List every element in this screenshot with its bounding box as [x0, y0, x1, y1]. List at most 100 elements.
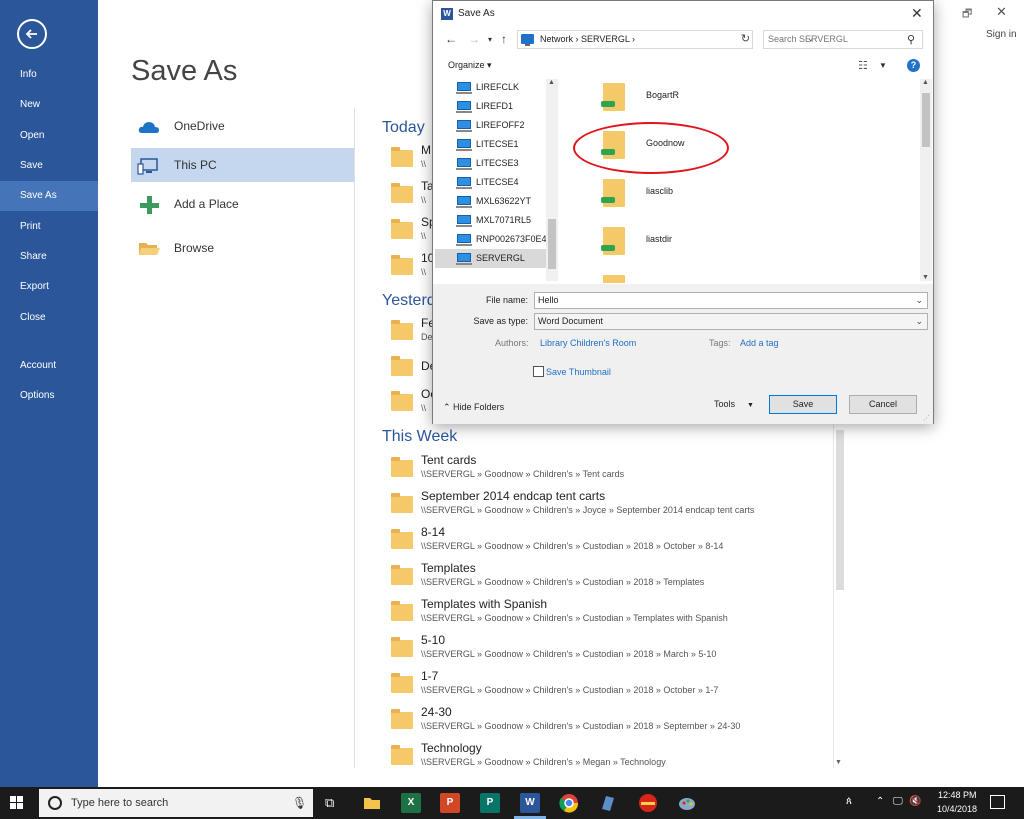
powerpoint-icon[interactable]: P	[440, 793, 460, 813]
scrollbar-thumb[interactable]	[922, 93, 930, 147]
tools-button[interactable]: Tools ▼	[714, 399, 754, 409]
windows-start-icon[interactable]	[10, 796, 24, 810]
recent-folder[interactable]: Templates with Spanish \\SERVERGL » Goodn…	[391, 595, 831, 629]
task-view-icon[interactable]: ⧉	[325, 795, 334, 811]
nav-item-computer[interactable]: MXL63622YT	[435, 192, 547, 211]
back-arrow-icon[interactable]: ←	[445, 32, 457, 46]
network-folder-item[interactable]	[603, 270, 773, 283]
nav-item-computer[interactable]: LITECSE4	[435, 173, 547, 192]
chevron-down-icon[interactable]: ▼	[879, 61, 887, 70]
sidebar-item-open[interactable]: Open	[0, 121, 98, 151]
place-add-a-place[interactable]: Add a Place	[131, 187, 354, 221]
word-icon[interactable]: W	[520, 793, 540, 813]
authors-value[interactable]: Library Children's Room	[540, 338, 636, 348]
organize-button[interactable]: Organize ▾	[448, 60, 492, 71]
sidebar-item-new[interactable]: New	[0, 90, 98, 120]
chevron-down-icon[interactable]: ⌄	[915, 316, 923, 327]
place-this-pc[interactable]: This PC	[131, 148, 354, 182]
add-tag-link[interactable]: Add a tag	[740, 338, 779, 348]
clock-date[interactable]: 10/4/2018	[937, 804, 977, 814]
nav-item-computer[interactable]: LIREFD1	[435, 97, 547, 116]
recent-folder[interactable]: Templates \\SERVERGL » Goodnow » Children…	[391, 559, 831, 593]
network-folder-item[interactable]: BogartR	[601, 78, 773, 118]
help-icon[interactable]: ?	[907, 59, 920, 72]
sidebar-item-save-as[interactable]: Save As	[0, 181, 98, 211]
nav-item-computer[interactable]: LITECSE1	[435, 135, 547, 154]
save-button[interactable]: Save	[769, 395, 837, 414]
nav-item-computer[interactable]: LIREFOFF2	[435, 116, 547, 135]
chevron-down-icon[interactable]: ⌄	[915, 295, 923, 306]
nav-item-computer[interactable]: LIREFCLK	[435, 78, 547, 97]
sidebar-item-info[interactable]: Info	[0, 60, 98, 90]
file-name-input[interactable]	[538, 295, 898, 305]
save-type-select[interactable]: Word Document ⌄	[534, 313, 928, 330]
place-onedrive[interactable]: OneDrive	[131, 109, 354, 143]
clock-time[interactable]: 12:48 PM	[938, 790, 977, 800]
recent-folder[interactable]: Tent cards \\SERVERGL » Goodnow » Childre…	[391, 451, 831, 485]
address-bar[interactable]: Network › SERVERGL › ⌄	[517, 30, 815, 49]
sidebar-item-account[interactable]: Account	[0, 351, 98, 381]
scroll-down-icon[interactable]: ▼	[835, 759, 842, 766]
recent-folder[interactable]: 1-7 \\SERVERGL » Goodnow » Children's » C…	[391, 667, 831, 701]
restore-icon[interactable]: 🗗	[962, 5, 972, 24]
dialog-close-icon[interactable]: ✕	[911, 5, 923, 22]
scrollbar-thumb[interactable]	[836, 430, 844, 590]
app-paint-icon[interactable]	[677, 793, 697, 813]
back-button[interactable]	[17, 19, 47, 49]
cancel-button[interactable]: Cancel	[849, 395, 917, 414]
scroll-down-icon[interactable]: ▼	[922, 274, 929, 281]
search-field[interactable]: ⚲	[763, 30, 923, 49]
scrollbar-thumb[interactable]	[548, 219, 556, 269]
nav-item-computer[interactable]: MXL7071RL5	[435, 211, 547, 230]
publisher-icon[interactable]: P	[480, 793, 500, 813]
up-arrow-icon[interactable]: ↑	[501, 32, 507, 46]
sign-in-link[interactable]: Sign in	[986, 29, 1017, 40]
resize-grip-icon[interactable]: ⋰	[923, 414, 930, 422]
scroll-up-icon[interactable]: ▲	[922, 79, 929, 86]
window-close-icon[interactable]: ✕	[996, 4, 1007, 20]
taskbar-search-box[interactable]: Type here to search 🎙	[39, 789, 313, 817]
recent-folder[interactable]: 24-30 \\SERVERGL » Goodnow » Children's »…	[391, 703, 831, 737]
network-folder-item[interactable]: liasclib	[601, 174, 773, 214]
file-explorer-icon[interactable]	[362, 793, 382, 813]
place-browse[interactable]: Browse	[131, 231, 354, 265]
recent-folder[interactable]: 5-10 \\SERVERGL » Goodnow » Children's » …	[391, 631, 831, 665]
file-pane-scrollbar[interactable]: ▲ ▼	[920, 79, 932, 281]
sidebar-item-print[interactable]: Print	[0, 212, 98, 242]
recent-folder[interactable]: Technology \\SERVERGL » Goodnow » Childre…	[391, 739, 831, 773]
sidebar-item-export[interactable]: Export	[0, 272, 98, 302]
network-folder-item[interactable]: liastdir	[601, 222, 773, 262]
save-thumbnail-checkbox[interactable]	[533, 366, 544, 377]
network-icon[interactable]: 🖵	[893, 796, 903, 807]
nav-pane-scrollbar[interactable]: ▲	[546, 79, 558, 281]
recent-folder[interactable]: September 2014 endcap tent carts \\SERVER…	[391, 487, 831, 521]
chrome-icon[interactable]	[559, 793, 579, 813]
file-name-field[interactable]: ⌄	[534, 292, 928, 309]
app-icon[interactable]	[598, 793, 618, 813]
sidebar-item-share[interactable]: Share	[0, 242, 98, 272]
notifications-icon[interactable]	[990, 795, 1005, 809]
sidebar-item-save[interactable]: Save	[0, 151, 98, 181]
recent-folder[interactable]: 8-14 \\SERVERGL » Goodnow » Children's » …	[391, 523, 831, 557]
sidebar-item-close[interactable]: Close	[0, 303, 98, 333]
sidebar-item-options[interactable]: Options	[0, 381, 98, 411]
nav-item-servergl[interactable]: SERVERGL	[435, 249, 547, 268]
refresh-icon[interactable]: ↻	[738, 31, 753, 48]
save-thumbnail-label[interactable]: Save Thumbnail	[546, 367, 611, 377]
excel-icon[interactable]: X	[401, 793, 421, 813]
people-icon[interactable]: ጰ	[846, 796, 852, 807]
search-input[interactable]	[768, 34, 898, 44]
nav-item-computer[interactable]: LITECSE3	[435, 154, 547, 173]
microphone-icon[interactable]: 🎙	[292, 796, 307, 810]
recent-scrollbar[interactable]: ▼	[833, 420, 846, 768]
forward-arrow-icon[interactable]: →	[468, 32, 480, 46]
recent-locations-icon[interactable]: ▾	[488, 35, 492, 44]
nav-item-computer[interactable]: RNP002673F0E4F	[435, 230, 547, 249]
scroll-up-icon[interactable]: ▲	[548, 79, 555, 86]
hide-folders-button[interactable]: ⌃ Hide Folders	[443, 402, 504, 413]
view-options-icon[interactable]: ☷	[858, 59, 868, 72]
chevron-up-icon[interactable]: ⌃	[876, 796, 884, 807]
app-red-icon[interactable]	[638, 793, 658, 813]
dialog-titlebar[interactable]: W Save As ✕	[433, 1, 933, 27]
volume-muted-icon[interactable]: 🔇	[909, 796, 921, 807]
